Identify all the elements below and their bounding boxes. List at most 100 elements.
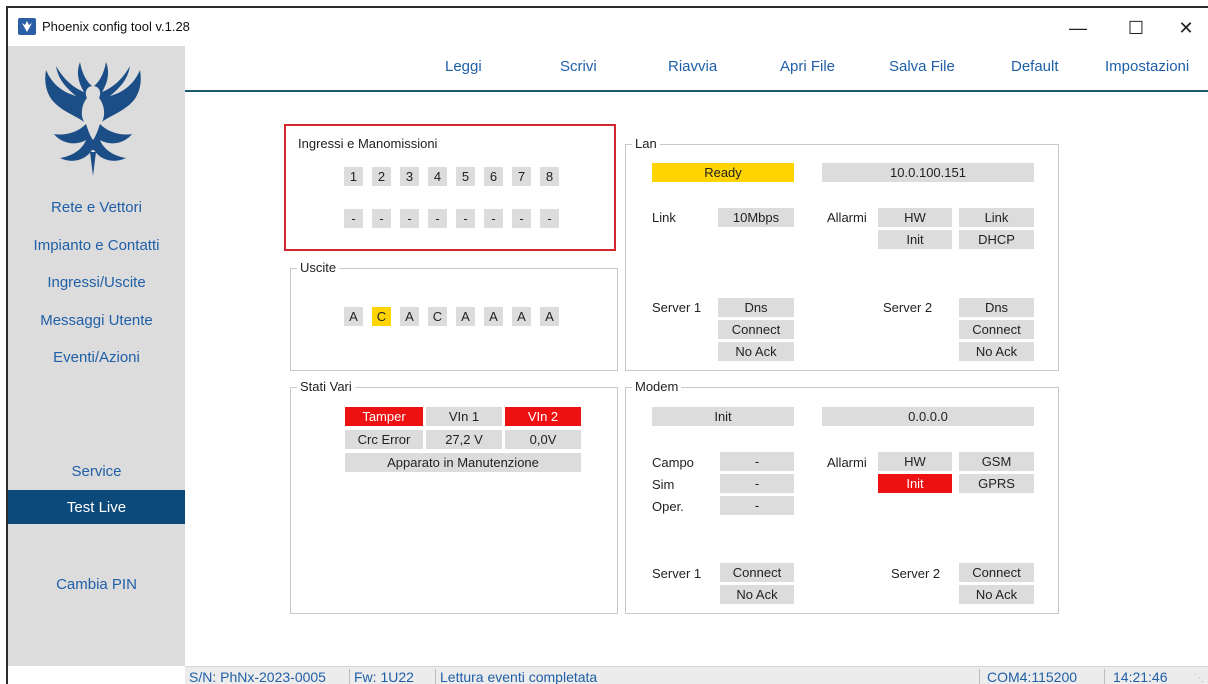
maximize-button[interactable]: ☐ [1114, 14, 1158, 42]
output-state-6: A [484, 307, 503, 326]
input-state-2: - [372, 209, 391, 228]
input-state-6: - [484, 209, 503, 228]
modem-alarms-label: Allarmi [827, 455, 867, 470]
stati-title: Stati Vari [297, 379, 355, 394]
uscite-title: Uscite [297, 260, 340, 275]
lan-alarm-link: Link [959, 208, 1034, 227]
modem-server1-label: Server 1 [652, 566, 702, 581]
maximize-icon: ☐ [1127, 17, 1145, 38]
app-window: Phoenix config tool v.1.28 — ☐ ✕ Rete e … [6, 6, 1208, 684]
lan-link-value: 10Mbps [718, 208, 794, 227]
title-bar: Phoenix config tool v.1.28 — ☐ ✕ [8, 8, 1208, 46]
sidebar: Rete e Vettori Impianto e Contatti Ingre… [8, 46, 185, 666]
menu-scrivi[interactable]: Scrivi [560, 58, 597, 75]
input-state-3: - [400, 209, 419, 228]
output-state-2: C [372, 307, 391, 326]
menu-leggi[interactable]: Leggi [445, 58, 482, 75]
tamper-indicator: Tamper [345, 407, 423, 426]
serial-number: S/N: PhNx-2023-0005 [189, 669, 326, 684]
lan-server2-noack: No Ack [959, 342, 1034, 361]
vin1-indicator: VIn 1 [426, 407, 502, 426]
menu-salva-file[interactable]: Salva File [889, 58, 955, 75]
menu-default[interactable]: Default [1011, 58, 1059, 75]
modem-group: Modem Init 0.0.0.0 Campo Sim Oper. - - -… [625, 379, 1059, 614]
lan-alarm-init: Init [878, 230, 952, 249]
input-number-4: 4 [428, 167, 447, 186]
input-state-5: - [456, 209, 475, 228]
nav-impianto-contatti[interactable]: Impianto e Contatti [8, 228, 185, 262]
firmware-version: Fw: 1U22 [354, 669, 414, 684]
nav-rete-vettori[interactable]: Rete e Vettori [8, 190, 185, 224]
menu-riavvia[interactable]: Riavvia [668, 58, 717, 75]
lan-link-label: Link [652, 210, 676, 225]
ingressi-title: Ingressi e Manomissioni [295, 136, 441, 151]
input-number-3: 3 [400, 167, 419, 186]
lan-ip-address: 10.0.100.151 [822, 163, 1034, 182]
modem-campo-label: Campo [652, 455, 694, 470]
nav-service[interactable]: Service [8, 454, 185, 488]
output-state-4: C [428, 307, 447, 326]
modem-server2-noack: No Ack [959, 585, 1034, 604]
modem-sim-label: Sim [652, 477, 675, 492]
nav-eventi-azioni[interactable]: Eventi/Azioni [8, 340, 185, 374]
input-state-1: - [344, 209, 363, 228]
output-state-3: A [400, 307, 419, 326]
lan-group: Lan Ready 10.0.100.151 Link 10Mbps Allar… [625, 136, 1059, 371]
resize-grip-icon[interactable]: ⋱ [1194, 673, 1204, 684]
close-button[interactable]: ✕ [1164, 14, 1208, 42]
output-state-7: A [512, 307, 531, 326]
lan-server1-noack: No Ack [718, 342, 794, 361]
com-port: COM4:115200 [987, 669, 1078, 684]
lan-server1-dns: Dns [718, 298, 794, 317]
input-number-5: 5 [456, 167, 475, 186]
lan-alarm-hw: HW [878, 208, 952, 227]
modem-title: Modem [632, 379, 682, 394]
input-number-1: 1 [344, 167, 363, 186]
status-separator [979, 669, 980, 684]
top-menu: Leggi Scrivi Riavvia Apri File Salva Fil… [185, 46, 1208, 92]
input-state-4: - [428, 209, 447, 228]
menu-apri-file[interactable]: Apri File [780, 58, 835, 75]
phoenix-logo [45, 62, 141, 176]
modem-server1-connect: Connect [720, 563, 794, 582]
stati-group: Stati Vari Tamper VIn 1 VIn 2 Crc Error … [290, 379, 618, 614]
phoenix-app-icon [18, 18, 36, 35]
modem-server1-noack: No Ack [720, 585, 794, 604]
modem-status-indicator: Init [652, 407, 794, 426]
nav-ingressi-uscite[interactable]: Ingressi/Uscite [8, 265, 185, 299]
status-separator [435, 669, 436, 684]
output-state-8: A [540, 307, 559, 326]
input-number-6: 6 [484, 167, 503, 186]
modem-alarm-init: Init [878, 474, 952, 493]
input-state-7: - [512, 209, 531, 228]
window-title: Phoenix config tool v.1.28 [42, 19, 190, 34]
status-time: 14:21:46 [1113, 669, 1168, 684]
lan-server2-dns: Dns [959, 298, 1034, 317]
ingressi-group: Ingressi e Manomissioni 1 2 3 4 5 6 7 8 … [290, 136, 618, 244]
nav-test-live[interactable]: Test Live [8, 490, 185, 524]
vin1-value: 27,2 V [426, 430, 502, 449]
nav-messaggi-utente[interactable]: Messaggi Utente [8, 303, 185, 337]
input-state-8: - [540, 209, 559, 228]
close-icon: ✕ [1178, 17, 1194, 38]
status-separator [349, 669, 350, 684]
status-message: Lettura eventi completata [440, 669, 598, 684]
input-number-8: 8 [540, 167, 559, 186]
lan-title: Lan [632, 136, 660, 151]
modem-alarm-gprs: GPRS [959, 474, 1034, 493]
lan-status-indicator: Ready [652, 163, 794, 182]
nav-cambia-pin[interactable]: Cambia PIN [8, 567, 185, 601]
modem-server2-label: Server 2 [891, 566, 941, 581]
lan-server1-label: Server 1 [652, 300, 702, 315]
vin2-indicator: VIn 2 [505, 407, 581, 426]
vin2-value: 0,0V [505, 430, 581, 449]
lan-server2-connect: Connect [959, 320, 1034, 339]
uscite-group: Uscite A C A C A A A A [290, 260, 618, 371]
status-separator [1104, 669, 1105, 684]
minimize-icon: — [1069, 17, 1087, 38]
modem-server2-connect: Connect [959, 563, 1034, 582]
minimize-button[interactable]: — [1056, 14, 1100, 42]
modem-sim-value: - [720, 474, 794, 493]
menu-impostazioni[interactable]: Impostazioni [1105, 58, 1189, 75]
input-number-2: 2 [372, 167, 391, 186]
